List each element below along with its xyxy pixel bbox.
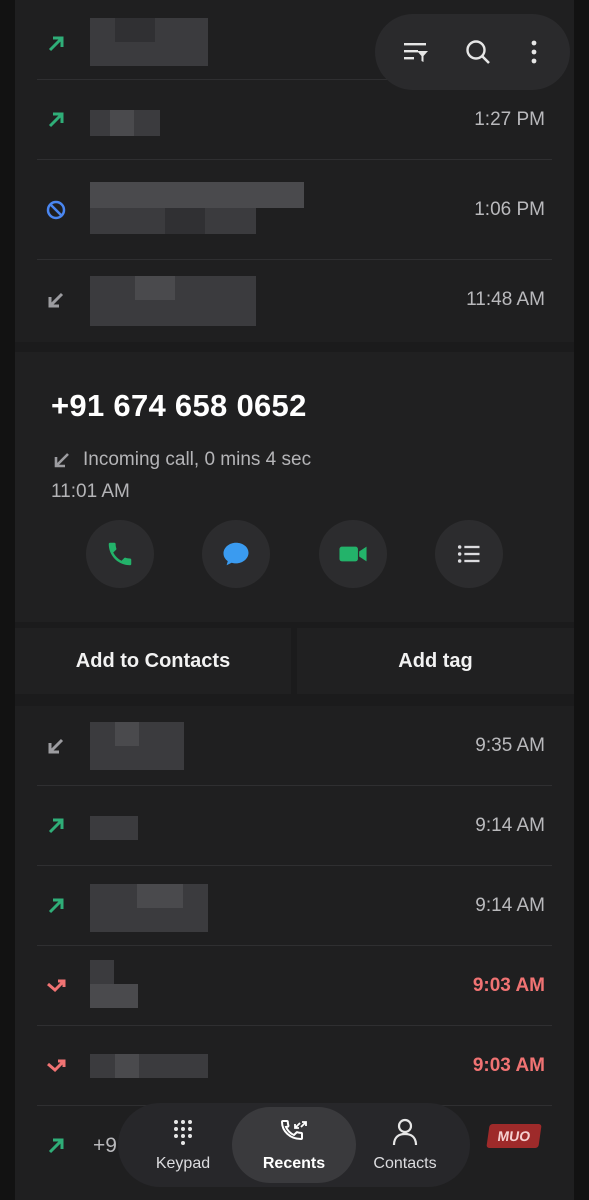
blur-block [115,1054,139,1078]
watermark-logo: MUO [486,1124,542,1148]
search-button[interactable] [459,33,497,71]
filter-button[interactable] [397,33,435,71]
outgoing-call-icon [48,898,64,914]
phone-number: +91 674 658 0652 [51,388,307,423]
call-time: 9:14 AM [475,815,545,836]
call-log-row[interactable]: 9:03 AM [15,1026,574,1106]
call-log-row[interactable]: 1:06 PM [15,160,574,260]
call-log-row[interactable]: 1:27 PM [15,80,574,160]
blur-block [137,884,183,908]
call-button[interactable] [86,520,154,588]
message-button[interactable] [202,520,270,588]
call-time: 1:27 PM [474,109,545,130]
outgoing-call-icon [48,1138,64,1154]
contact-name-blurred [90,960,114,984]
contact-name-blurred [90,816,138,840]
call-info: Incoming call, 0 mins 4 sec [83,449,312,470]
details-button[interactable] [435,520,503,588]
call-time: 9:35 AM [475,735,545,756]
call-log-row[interactable]: 9:35 AM [15,706,574,786]
nav-keypad[interactable]: Keypad [124,1103,242,1187]
call-timestamp: 11:01 AM [51,481,130,502]
nav-recents-label: Recents [262,1155,326,1172]
call-time: 9:14 AM [475,895,545,916]
blur-block [135,276,175,300]
outgoing-call-icon [48,818,64,834]
contact-name-blurred [90,1054,208,1078]
video-call-button[interactable] [319,520,387,588]
more-vertical-icon [531,40,537,64]
blur-block [115,18,155,42]
call-log-row[interactable]: 9:14 AM [15,866,574,946]
blocked-call-icon [46,200,66,220]
missed-call-icon [47,979,66,993]
keypad-icon [174,1120,192,1145]
call-time: 11:48 AM [466,289,545,310]
incoming-call-icon [48,738,64,754]
incoming-call-icon [54,453,69,468]
call-icon [108,542,132,566]
search-icon [466,40,490,64]
message-icon [223,542,249,566]
nav-contacts[interactable]: Contacts [346,1103,464,1187]
nav-keypad-label: Keypad [155,1155,211,1172]
missed-call-icon [47,1059,66,1073]
recents-icon [280,1120,307,1141]
call-time: 9:03 AM [472,1055,545,1076]
video-call-icon [339,546,367,562]
blur-block [90,984,138,1008]
add-tag-button[interactable]: Add tag [297,628,574,694]
contacts-icon [392,1118,418,1146]
bottom-navigation: Keypad Recents Contacts [118,1103,470,1187]
nav-contacts-label: Contacts [373,1155,437,1172]
call-time: 9:03 AM [472,975,545,996]
blur-block [110,110,134,136]
incoming-call-icon [48,292,64,308]
more-options-button[interactable] [515,33,553,71]
call-log-row[interactable]: 9:14 AM [15,786,574,866]
blur-block [165,208,205,234]
phone-app-frame: 1:27 PM 1:06 PM 11:48 AM +91 674 658 065… [15,0,574,1200]
top-action-bar [375,14,570,90]
outgoing-call-icon [48,36,64,52]
contact-name-blurred [90,182,304,208]
call-log-row[interactable]: 9:03 AM [15,946,574,1026]
blur-block [115,722,139,746]
add-to-contacts-button[interactable]: Add to Contacts [15,628,291,694]
filter-icon [404,43,428,62]
outgoing-call-icon [48,112,64,128]
contact-name-partial: +9 [93,1134,117,1157]
nav-recents[interactable]: Recents [232,1107,356,1183]
call-log-row[interactable]: 11:48 AM [15,260,574,340]
details-icon [457,545,480,563]
call-time: 1:06 PM [474,199,545,220]
